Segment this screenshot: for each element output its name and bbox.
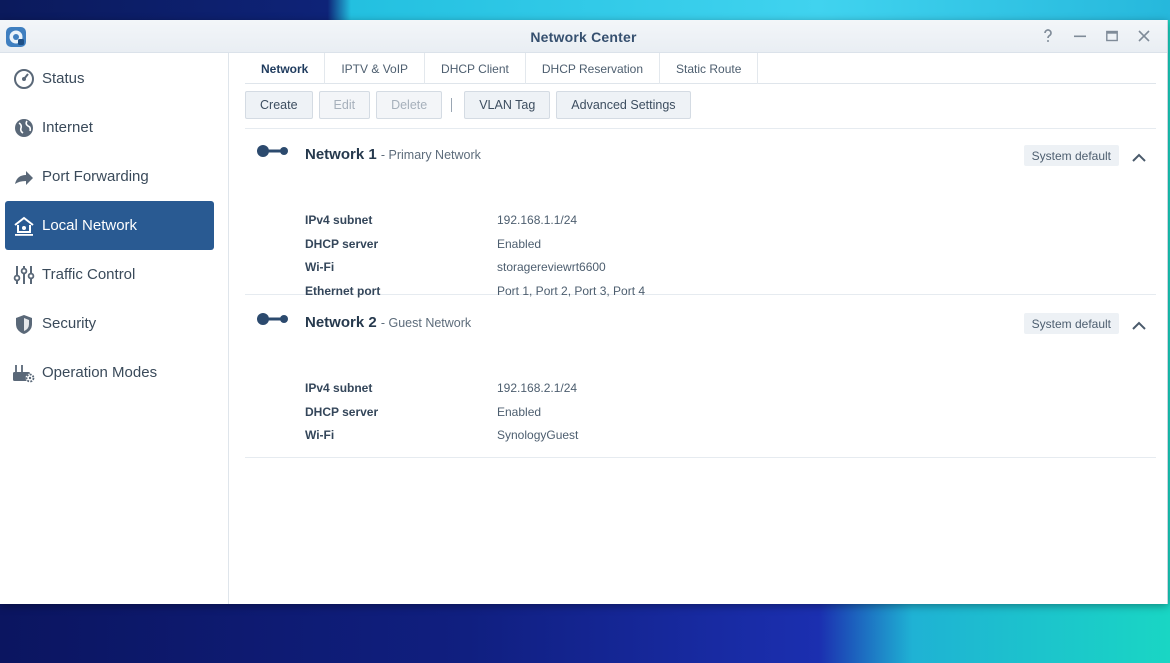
network-subtitle: - Guest Network: [380, 316, 472, 330]
network-name: Network 1: [305, 146, 377, 163]
field-label: Wi-Fi: [305, 260, 335, 274]
status-badge: System default: [1023, 145, 1119, 166]
create-button[interactable]: Create: [245, 91, 313, 119]
field-label: Wi-Fi: [305, 428, 335, 442]
sidebar-item-internet[interactable]: Internet: [5, 103, 214, 152]
home-network-icon: [12, 214, 36, 238]
minimize-icon[interactable]: [1071, 26, 1089, 46]
sidebar-item-label: Port Forwarding: [42, 168, 149, 185]
sidebar-item-operation-modes[interactable]: Operation Modes: [5, 348, 214, 397]
sidebar-item-security[interactable]: Security: [5, 299, 214, 348]
tab-dhcp-reservation[interactable]: DHCP Reservation: [526, 53, 661, 84]
main-content: Network IPTV & VoIP DHCP Client DHCP Res…: [230, 53, 1168, 604]
network-link-icon: [256, 312, 290, 331]
network-link-icon: [256, 144, 290, 163]
advanced-settings-button[interactable]: Advanced Settings: [556, 91, 691, 119]
sidebar-item-label: Internet: [42, 119, 93, 136]
sliders-icon: [12, 263, 36, 287]
field-value: Enabled: [497, 237, 542, 251]
field-value: 192.168.1.1/24: [497, 213, 578, 227]
shield-icon: [12, 312, 36, 336]
sidebar-item-local-network[interactable]: Local Network: [5, 201, 214, 250]
globe-icon: [12, 116, 36, 140]
network-card-header[interactable]: Network 1 - Primary Network System defau…: [245, 131, 1156, 171]
help-icon[interactable]: [1039, 26, 1057, 46]
tab-network[interactable]: Network: [245, 53, 326, 84]
chevron-up-icon[interactable]: [1132, 149, 1146, 167]
field-label: DHCP server: [305, 237, 379, 251]
tab-bar: Network IPTV & VoIP DHCP Client DHCP Res…: [245, 53, 1156, 84]
title-bar[interactable]: Network Center: [0, 20, 1167, 53]
network-name: Network 2: [305, 314, 377, 331]
sidebar-item-traffic-control[interactable]: Traffic Control: [5, 250, 214, 299]
field-label: IPv4 subnet: [305, 381, 373, 395]
field-label: DHCP server: [305, 405, 379, 419]
field-value: storagereviewrt6600: [497, 260, 606, 274]
maximize-icon[interactable]: [1103, 26, 1121, 46]
field-value: 192.168.2.1/24: [497, 381, 578, 395]
desktop-background-bottom: [0, 604, 1170, 663]
delete-button[interactable]: Delete: [376, 91, 443, 119]
forward-arrow-icon: [12, 165, 36, 189]
tab-static-route[interactable]: Static Route: [660, 53, 759, 84]
sidebar-item-label: Operation Modes: [42, 364, 158, 381]
sidebar-item-label: Local Network: [42, 217, 138, 234]
gauge-icon: [12, 67, 36, 91]
network-card-header[interactable]: Network 2 - Guest Network System default: [245, 299, 1156, 339]
sidebar-item-label: Status: [42, 70, 85, 87]
status-badge: System default: [1023, 313, 1119, 334]
sidebar-item-port-forwarding[interactable]: Port Forwarding: [5, 152, 214, 201]
network-subtitle: - Primary Network: [380, 148, 481, 162]
router-gear-icon: [12, 361, 36, 385]
sidebar-item-label: Traffic Control: [42, 266, 136, 283]
sidebar: Status Internet Port Forwarding Local Ne…: [0, 53, 229, 604]
network-center-window: Network Center Status Internet Port Forw…: [0, 20, 1168, 604]
toolbar: Create Edit Delete VLAN Tag Advanced Set…: [245, 91, 697, 119]
chevron-up-icon[interactable]: [1132, 317, 1146, 335]
field-label: IPv4 subnet: [305, 213, 373, 227]
toolbar-separator: [451, 98, 453, 112]
tab-iptv-voip[interactable]: IPTV & VoIP: [325, 53, 426, 84]
toolbar-divider: [245, 128, 1156, 129]
close-icon[interactable]: [1135, 26, 1153, 46]
field-label: Ethernet port: [305, 284, 381, 298]
sidebar-item-status[interactable]: Status: [5, 54, 214, 103]
vlan-tag-button[interactable]: VLAN Tag: [464, 91, 551, 119]
edit-button[interactable]: Edit: [318, 91, 371, 119]
desktop-background-top: [0, 0, 1170, 20]
field-value: Enabled: [497, 405, 542, 419]
field-value: Port 1, Port 2, Port 3, Port 4: [497, 284, 646, 298]
sidebar-item-label: Security: [42, 315, 97, 332]
tab-dhcp-client[interactable]: DHCP Client: [425, 53, 526, 84]
field-value: SynologyGuest: [497, 428, 579, 442]
window-title: Network Center: [530, 29, 637, 45]
